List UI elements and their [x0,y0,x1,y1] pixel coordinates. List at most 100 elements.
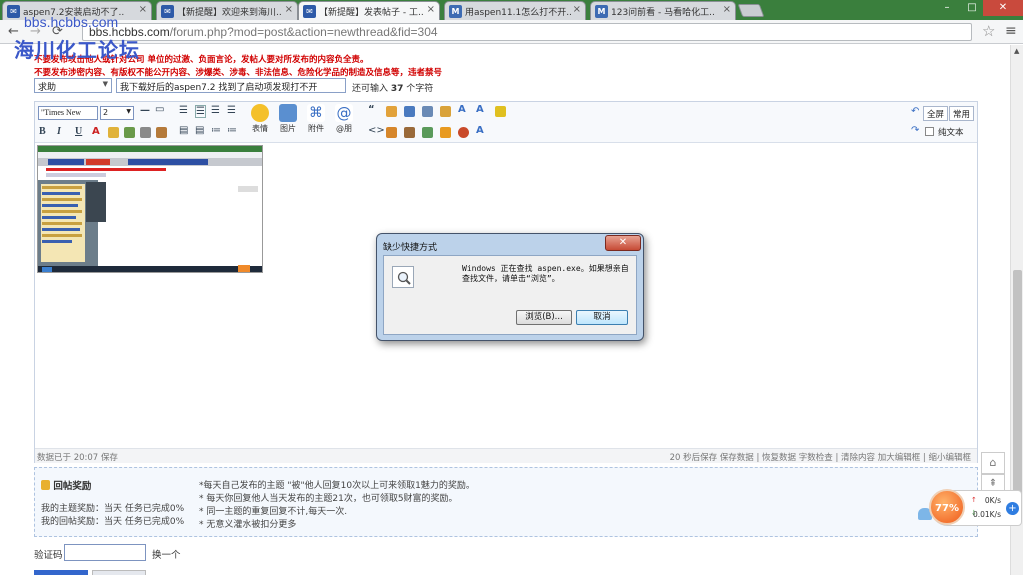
mention-button[interactable]: @ @朋 [331,104,357,134]
audio-icon[interactable] [440,127,451,138]
forum-icon: ✉ [161,5,174,18]
gift-icon [41,480,50,490]
draft-button[interactable] [92,570,146,575]
editor-status-bar: 数据已于 20:07 保存 20 秒后保存 保存数据 | 恢复数据 字数检查 |… [35,448,977,463]
plain-text-checkbox[interactable] [925,127,934,136]
table-icon[interactable] [386,127,397,138]
chevron-down-icon: ▼ [126,108,131,115]
flash-icon[interactable] [422,127,433,138]
hide-icon[interactable] [422,106,433,117]
undo-icon[interactable]: ↶ [911,106,919,117]
box-icon[interactable]: ▭ [155,104,164,115]
hr-icon[interactable]: — [140,105,150,116]
forum-icon: ✉ [303,5,316,18]
bookmark-star-icon[interactable]: ☆ [982,22,995,40]
code-icon[interactable] [386,106,397,117]
unordered-list-icon[interactable]: ≔ [227,125,237,136]
close-icon[interactable]: × [285,4,293,15]
image-button[interactable]: 图片 [275,104,301,134]
attachment-label: 附件 [308,124,324,133]
upload-speed: 0K/s [984,496,1001,505]
tab-label: 用aspen11.1怎么打不开.. [465,8,572,18]
dialog-body: Windows 正在查找 aspen.exe。如果想亲自查找文件，请单击“浏览”… [383,255,637,335]
title-input[interactable]: 我下载好后的aspen7.2 找到了启动项发现打不开 [116,78,346,93]
video-icon[interactable] [458,127,469,138]
underline-button[interactable]: U [75,126,82,137]
watermark-url: bbs.hcbbs.com [24,14,119,30]
close-icon[interactable]: × [427,4,435,15]
reward-title: 回帖奖励 [41,478,91,492]
close-icon[interactable]: × [723,4,731,15]
editor-actions[interactable]: 20 秒后保存 保存数据 | 恢复数据 字数检查 | 清除内容 加大编辑框 | … [670,451,971,463]
maximize-button[interactable]: □ [960,0,984,16]
format-brush-icon[interactable] [156,127,167,138]
browser-tab-5[interactable]: M 123问前看 - 马看哈化工.. × [590,1,736,20]
paperclip-icon: ⌘ [307,104,325,122]
captcha-input[interactable] [64,544,146,561]
dialog-title: 缺少快捷方式 [383,243,438,253]
captcha-refresh-link[interactable]: 换一个 [152,547,181,561]
font-size-select[interactable]: 2 ▼ [100,106,134,120]
align-left-icon[interactable]: ☰ [179,105,188,116]
common-button[interactable]: 常用 [949,106,975,121]
reply-reward-box: 回帖奖励 我的主题奖励：当天 任务已完成0% 我的回帖奖励：当天 任务已完成0%… [34,467,978,537]
remaining-chars: 还可输入 37 个字符 [352,81,433,94]
category-select[interactable]: 求助 ▼ [34,78,112,93]
pasted-screenshot-image [37,145,263,273]
emoji-button[interactable]: 表情 [247,104,273,134]
image-icon [279,104,297,122]
m-icon: M [595,5,608,18]
font-family-select[interactable]: "Times New [38,106,98,120]
browse-button[interactable]: 浏览(B)... [516,310,572,325]
browser-tab-4[interactable]: M 用aspen11.1怎么打不开.. × [444,1,586,20]
dialog-close-button[interactable]: ✕ [605,235,641,251]
scrollbar-thumb[interactable] [1013,270,1022,515]
font-up-icon[interactable]: A [458,104,466,115]
quote-icon[interactable]: “ [368,104,375,115]
highlight-icon[interactable] [108,127,119,138]
free-icon[interactable] [404,106,415,117]
memory-usage-ball[interactable]: 77% [929,489,965,525]
fullscreen-button[interactable]: 全屏 [923,106,949,121]
link-icon[interactable] [124,127,135,138]
password-icon[interactable] [440,106,451,117]
submit-button[interactable] [34,570,88,575]
reward-title-text: 回帖奖励 [53,481,92,492]
source-code-icon[interactable]: <> [368,125,385,136]
close-icon[interactable]: × [139,4,147,15]
reward-tip-4: * 无意义灌水被扣分更多 [199,520,297,530]
float-left-icon[interactable]: ▤ [179,125,188,136]
add-icon[interactable]: + [1006,502,1019,515]
tab-label: 【新提醒】欢迎来到海川.. [177,8,282,18]
window-close-button[interactable]: ✕ [983,0,1023,16]
menu-icon[interactable]: ≡ [1005,23,1017,39]
emoji-label: 表情 [252,124,268,133]
media-icon[interactable] [404,127,415,138]
unlink-icon[interactable] [140,127,151,138]
cancel-button[interactable]: 取消 [576,310,628,325]
close-icon[interactable]: × [573,4,581,15]
address-bar[interactable]: bbs.hcbbs.com/forum.php?mod=post&action=… [82,23,972,41]
reward-tip-1: *每天自己发布的主题 "被"他人回复10次以上可来领取1魅力的奖励。 [199,481,475,491]
align-center-icon[interactable]: ☰ [195,105,206,118]
clear-format-icon[interactable]: A [476,125,484,136]
align-justify-icon[interactable]: ☰ [227,105,236,116]
minimize-button[interactable]: – [935,0,959,16]
redo-icon[interactable]: ↷ [911,125,919,136]
font-down-icon[interactable]: A [476,104,484,115]
float-right-icon[interactable]: ▤ [195,125,204,136]
font-color-button[interactable]: A [92,126,100,137]
align-right-icon[interactable]: ☰ [211,105,220,116]
back-to-top-icon[interactable]: ⌂ [981,452,1005,474]
new-tab-button[interactable] [737,4,765,17]
italic-button[interactable]: I [57,126,61,137]
ordered-list-icon[interactable]: ≔ [211,125,221,136]
bold-button[interactable]: B [39,126,46,137]
lock-icon[interactable] [495,106,506,117]
image-label: 图片 [280,124,296,133]
attachment-button[interactable]: ⌘ 附件 [303,104,329,134]
scroll-up-icon[interactable]: ▲ [1014,47,1019,55]
network-speed-widget[interactable]: 77% ↑ ↓ 0K/s 0.01K/s + [929,489,1022,526]
browser-tab-2[interactable]: ✉ 【新提醒】欢迎来到海川.. × [156,1,298,20]
browser-tab-3-active[interactable]: ✉ 【新提醒】发表帖子 - 工.. × [298,1,440,20]
